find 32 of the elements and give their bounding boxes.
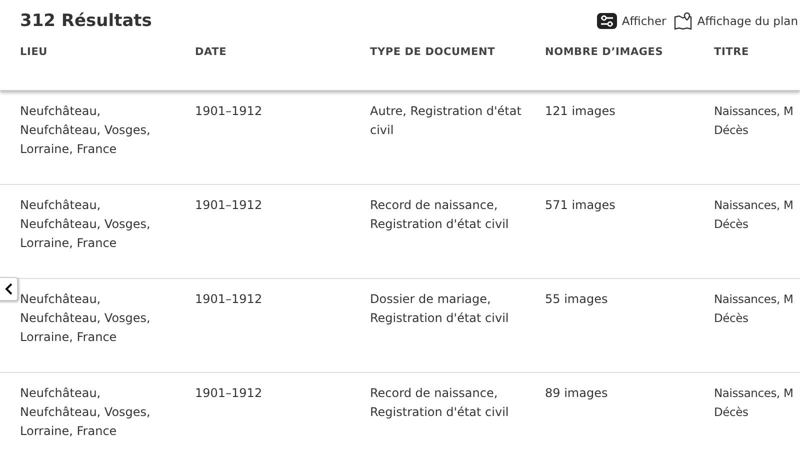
- table-cell-text: 1901–1912: [195, 103, 264, 120]
- back-button[interactable]: [0, 277, 18, 301]
- column-header[interactable]: NOMBRE D’IMAGES: [545, 46, 714, 58]
- table-cell-text: Dossier de mariage, Registration d'état civil: [370, 291, 510, 327]
- column-header[interactable]: TITRE: [714, 46, 800, 58]
- chevron-left-icon: [5, 283, 13, 295]
- map-view-link[interactable]: Affichage du plan: [674, 12, 798, 30]
- table-cell-text: Naissances, M Décès: [714, 385, 794, 421]
- table-cell-text: 89 images: [545, 385, 609, 402]
- table-cell-text: 55 images: [545, 291, 609, 308]
- table-cell-text: Autre, Registration d'état civil: [370, 103, 522, 139]
- table-cell-text: Naissances, M Décès: [714, 291, 794, 327]
- table-cell-text: Naissances, M Décès: [714, 103, 794, 139]
- table-cell-text: Record de naissance, Registration d'état civil: [370, 385, 510, 421]
- display-link[interactable]: Afficher: [596, 13, 666, 29]
- column-header[interactable]: TYPE DE DOCUMENT: [370, 46, 545, 58]
- table-cell-text: Neufchâteau, Neufchâteau, Vosges, Lorraine, France: [20, 103, 152, 158]
- table-cell-text: Neufchâteau, Neufchâteau, Vosges, Lorraine, France: [20, 385, 152, 440]
- table-cell-text: Record de naissance, Registration d'état civil: [370, 197, 510, 233]
- table-cell-text: Neufchâteau, Neufchâteau, Vosges, Lorraine, France: [20, 197, 152, 252]
- column-header[interactable]: DATE: [195, 46, 370, 58]
- sliders-icon: [596, 13, 617, 29]
- table-cell-text: Naissances, M Décès: [714, 197, 794, 233]
- results-title: 312 Résultats: [20, 11, 152, 31]
- map-pin-icon: [674, 12, 692, 30]
- table-cell-text: 121 images: [545, 103, 616, 120]
- column-header[interactable]: LIEU: [20, 46, 195, 58]
- table-cell-text: Neufchâteau, Neufchâteau, Vosges, Lorraine, France: [20, 291, 152, 346]
- table-cell-text: 571 images: [545, 197, 616, 214]
- table-cell-text: 1901–1912: [195, 385, 264, 402]
- table-cell-text: 1901–1912: [195, 291, 264, 308]
- table-cell-text: 1901–1912: [195, 197, 264, 214]
